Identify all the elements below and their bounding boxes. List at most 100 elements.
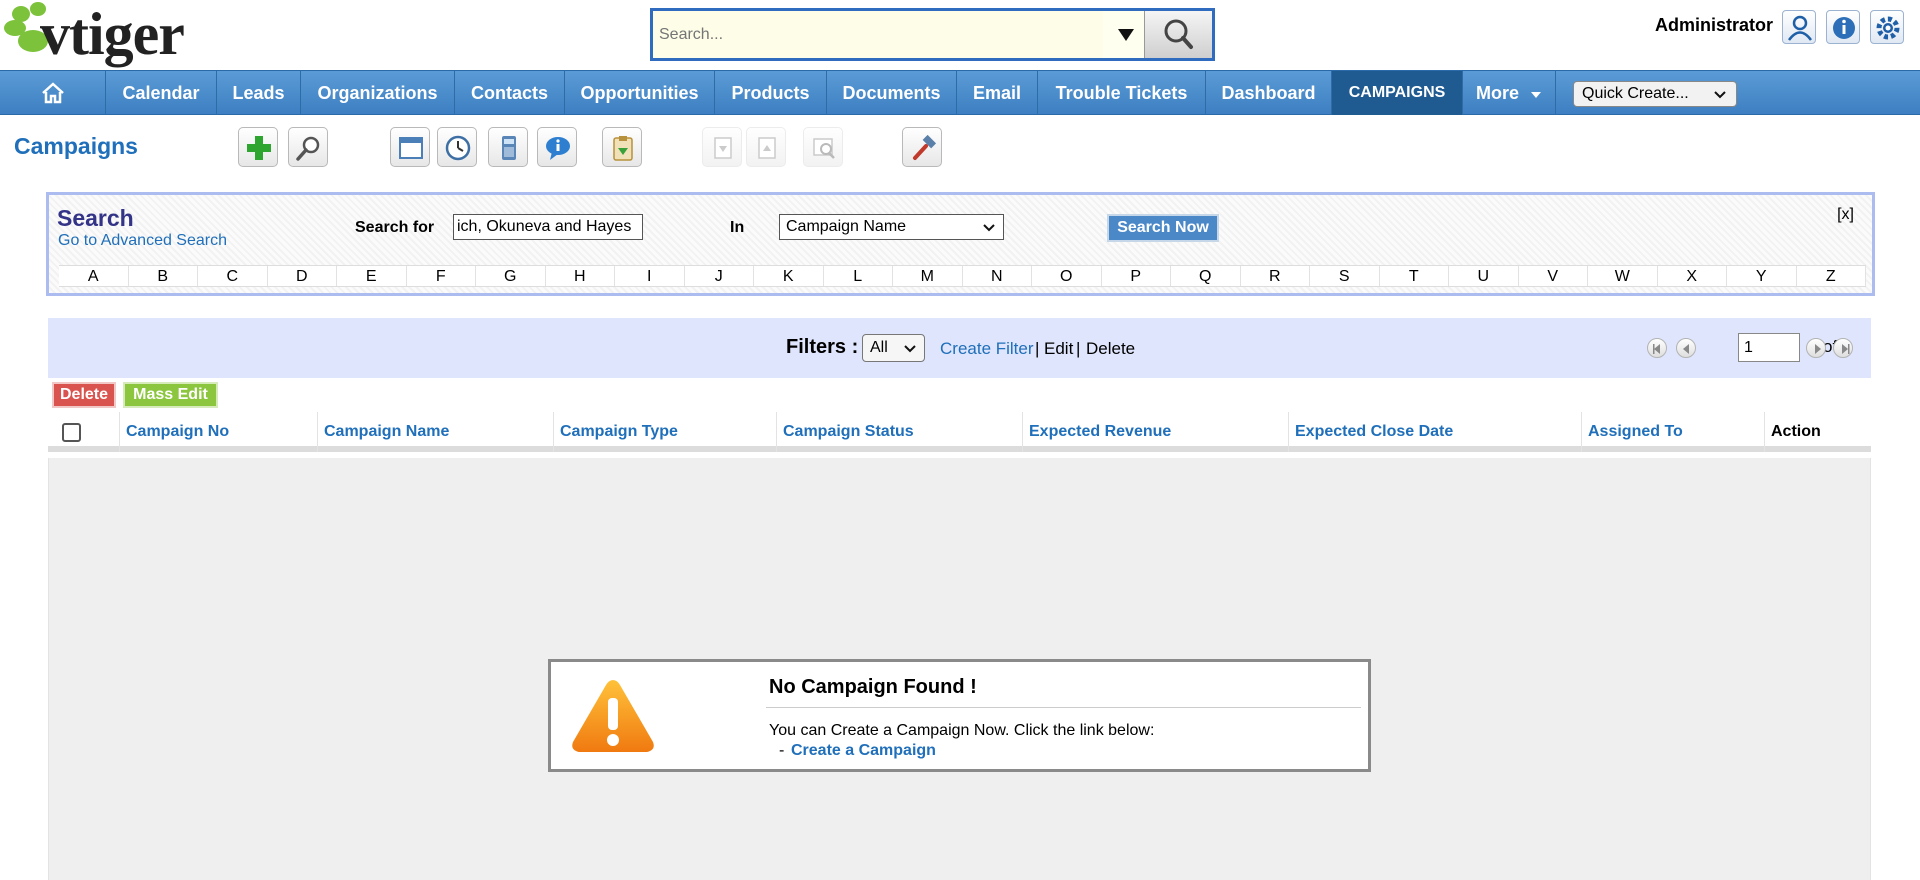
column-assigned-to[interactable]: Assigned To <box>1582 412 1765 452</box>
mass-edit-button[interactable]: Mass Edit <box>123 382 218 408</box>
alphabet-letter-d[interactable]: D <box>267 266 337 286</box>
empty-state-divider <box>766 707 1361 708</box>
user-name[interactable]: Administrator <box>1655 15 1773 36</box>
alphabet-letter-k[interactable]: K <box>754 266 824 286</box>
alphabet-letter-r[interactable]: R <box>1240 266 1310 286</box>
previous-page-icon[interactable] <box>1676 338 1696 358</box>
home-icon <box>41 82 64 104</box>
empty-state-text: You can Create a Campaign Now. Click the… <box>769 722 1155 739</box>
chat-button[interactable] <box>537 127 577 167</box>
alphabet-letter-f[interactable]: F <box>406 266 476 286</box>
module-settings-button[interactable] <box>902 127 942 167</box>
import-button[interactable] <box>702 127 742 167</box>
column-expected-revenue[interactable]: Expected Revenue <box>1023 412 1289 452</box>
edit-filter-link[interactable]: Edit <box>1044 339 1073 359</box>
search-panel-title: Search <box>57 205 134 231</box>
user-preferences-icon[interactable] <box>1782 10 1816 44</box>
column-campaign-status[interactable]: Campaign Status <box>777 412 1023 452</box>
hammer-icon <box>913 134 937 160</box>
nav-home[interactable] <box>0 71 106 115</box>
column-expected-close-date[interactable]: Expected Close Date <box>1289 412 1582 452</box>
filter-select[interactable]: All <box>862 334 925 362</box>
nav-more-label: More <box>1475 83 1519 103</box>
search-dropdown-icon[interactable] <box>1115 23 1137 45</box>
nav-calendar[interactable]: Calendar <box>106 71 217 115</box>
search-now-button[interactable]: Search Now <box>1107 214 1219 242</box>
clipboard-icon <box>613 136 633 161</box>
filter-separator: | <box>1035 339 1040 358</box>
vtiger-logo[interactable]: vtiger <box>0 0 250 70</box>
page-number-input[interactable] <box>1738 333 1800 362</box>
search-field-value: Campaign Name <box>786 218 907 235</box>
nav-organizations[interactable]: Organizations <box>301 71 455 115</box>
alphabet-letter-z[interactable]: Z <box>1796 266 1866 286</box>
create-campaign-link[interactable]: Create a Campaign <box>791 742 936 760</box>
search-for-input[interactable] <box>453 214 643 240</box>
alphabet-letter-a[interactable]: A <box>59 266 129 286</box>
last-page-icon[interactable] <box>1833 338 1853 358</box>
calculator-button[interactable] <box>488 127 528 167</box>
last-viewed-button[interactable] <box>602 127 642 167</box>
nav-opportunities[interactable]: Opportunities <box>565 71 715 115</box>
column-campaign-no[interactable]: Campaign No <box>120 412 318 452</box>
global-search-input[interactable] <box>653 11 1103 58</box>
alphabet-letter-j[interactable]: J <box>684 266 754 286</box>
nav-email[interactable]: Email <box>957 71 1038 115</box>
calendar-button[interactable] <box>390 127 430 167</box>
alphabet-letter-t[interactable]: T <box>1379 266 1449 286</box>
alphabet-letter-p[interactable]: P <box>1101 266 1171 286</box>
search-campaigns-button[interactable] <box>288 127 328 167</box>
module-title[interactable]: Campaigns <box>14 133 138 160</box>
nav-products[interactable]: Products <box>715 71 827 115</box>
alphabet-letter-q[interactable]: Q <box>1171 266 1241 286</box>
first-page-icon[interactable] <box>1647 338 1667 358</box>
alphabet-letter-u[interactable]: U <box>1449 266 1519 286</box>
alphabet-letter-h[interactable]: H <box>545 266 615 286</box>
chevron-down-icon <box>983 224 995 232</box>
alphabet-letter-o[interactable]: O <box>1032 266 1102 286</box>
settings-gear-icon[interactable] <box>1870 10 1904 44</box>
column-campaign-name[interactable]: Campaign Name <box>318 412 554 452</box>
alphabet-letter-i[interactable]: I <box>615 266 685 286</box>
delete-button[interactable]: Delete <box>52 382 116 408</box>
close-search-button[interactable]: [x] <box>1837 206 1854 224</box>
alphabet-letter-e[interactable]: E <box>337 266 407 286</box>
search-field-select[interactable]: Campaign Name <box>779 214 1004 240</box>
nav-dashboard[interactable]: Dashboard <box>1206 71 1332 115</box>
nav-more[interactable]: More <box>1463 71 1556 115</box>
warning-icon <box>572 680 654 752</box>
alphabet-letter-x[interactable]: X <box>1657 266 1727 286</box>
alphabet-letter-g[interactable]: G <box>476 266 546 286</box>
alphabet-letter-y[interactable]: Y <box>1727 266 1797 286</box>
calendar-icon <box>399 137 423 159</box>
alphabet-letter-m[interactable]: M <box>893 266 963 286</box>
advanced-search-link[interactable]: Go to Advanced Search <box>58 232 227 250</box>
find-duplicates-button[interactable] <box>803 127 843 167</box>
info-icon[interactable] <box>1826 10 1860 44</box>
select-all-checkbox[interactable] <box>62 423 81 442</box>
alphabet-letter-w[interactable]: W <box>1588 266 1658 286</box>
nav-contacts[interactable]: Contacts <box>455 71 565 115</box>
world-clock-button[interactable] <box>437 127 477 167</box>
alphabet-letter-v[interactable]: V <box>1518 266 1588 286</box>
alphabet-letter-c[interactable]: C <box>198 266 268 286</box>
nav-trouble-tickets[interactable]: Trouble Tickets <box>1038 71 1206 115</box>
alphabet-letter-s[interactable]: S <box>1310 266 1380 286</box>
export-button[interactable] <box>746 127 786 167</box>
nav-leads[interactable]: Leads <box>217 71 301 115</box>
alphabet-letter-l[interactable]: L <box>823 266 893 286</box>
create-filter-link[interactable]: Create Filter <box>940 339 1034 359</box>
nav-campaigns[interactable]: CAMPAIGNS <box>1332 71 1463 115</box>
next-page-icon[interactable] <box>1806 338 1826 358</box>
basic-search-panel: Search Go to Advanced Search Search for … <box>46 192 1875 296</box>
global-search-button[interactable] <box>1144 11 1212 58</box>
create-campaign-button[interactable] <box>238 127 278 167</box>
chat-bubble-icon <box>546 137 570 160</box>
main-navigation: Calendar Leads Organizations Contacts Op… <box>0 70 1920 115</box>
alphabet-letter-b[interactable]: B <box>128 266 198 286</box>
nav-documents[interactable]: Documents <box>827 71 957 115</box>
alphabet-letter-n[interactable]: N <box>962 266 1032 286</box>
quick-create-select[interactable]: Quick Create... <box>1573 81 1737 107</box>
column-campaign-type[interactable]: Campaign Type <box>554 412 777 452</box>
delete-filter-link[interactable]: Delete <box>1086 339 1135 359</box>
